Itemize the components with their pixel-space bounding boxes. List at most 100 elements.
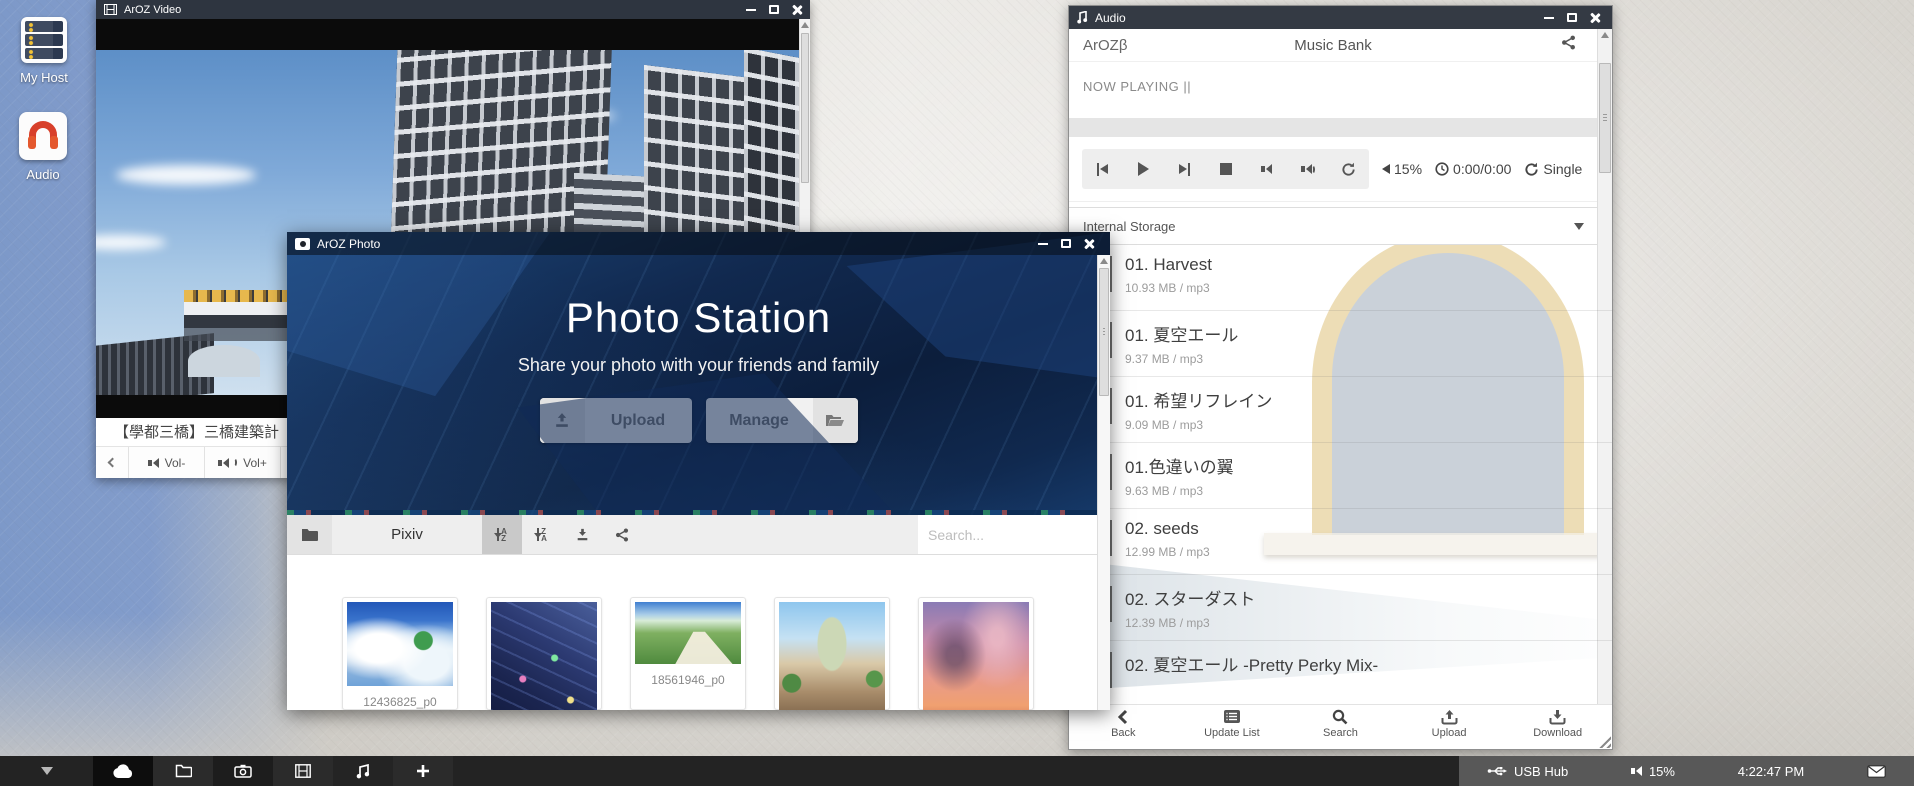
now-playing-label: NOW PLAYING || — [1069, 61, 1612, 118]
clock[interactable]: 4:22:47 PM — [1738, 764, 1805, 779]
track-row[interactable]: 02. seeds 12.99 MB / mp3 — [1109, 509, 1612, 575]
system-tray: USB Hub 15% 4:22:47 PM — [1459, 756, 1914, 786]
maximize-button[interactable] — [769, 5, 779, 14]
reload-button[interactable] — [1328, 149, 1369, 189]
download-button[interactable] — [562, 515, 602, 554]
taskbar-app-video[interactable] — [273, 756, 333, 786]
play-mode-toggle[interactable]: Single — [1524, 161, 1582, 177]
photo-thumbnail — [779, 602, 885, 710]
cloud-icon — [112, 764, 134, 779]
volume-down-button[interactable] — [1246, 149, 1287, 189]
film-icon — [104, 4, 117, 15]
speaker-icon — [1631, 766, 1642, 776]
play-button[interactable] — [1123, 149, 1164, 189]
chevron-down-icon — [1574, 223, 1584, 230]
next-button[interactable] — [1164, 149, 1205, 189]
chevron-down-icon — [41, 767, 53, 775]
maximize-button[interactable] — [1567, 13, 1577, 22]
nav-download[interactable]: Download — [1503, 705, 1612, 749]
close-button[interactable] — [792, 5, 802, 15]
nav-update-list[interactable]: Update List — [1178, 705, 1287, 749]
desktop-icon-my-host[interactable]: My Host — [1, 17, 87, 85]
usb-status[interactable]: USB Hub — [1487, 764, 1568, 779]
taskbar-expand-button[interactable] — [0, 756, 93, 786]
upload-icon — [1441, 709, 1458, 725]
photo-card[interactable]: 18561946_p0 — [630, 597, 746, 710]
track-row[interactable]: 01. 希望リフレイン 9.09 MB / mp3 — [1109, 377, 1612, 443]
speaker-mini-icon — [1382, 164, 1390, 174]
folder-icon — [175, 764, 192, 778]
taskbar-app-files[interactable] — [153, 756, 213, 786]
refresh-icon — [1341, 162, 1356, 177]
track-row[interactable]: 02. 夏空エール -Pretty Perky Mix- — [1109, 641, 1612, 706]
photo-card[interactable] — [774, 597, 890, 710]
search-input[interactable] — [928, 527, 1109, 543]
maximize-button[interactable] — [1061, 239, 1071, 248]
photo-card[interactable]: 12436825_p0 — [342, 597, 458, 710]
storage-dropdown[interactable]: Internal Storage — [1069, 207, 1612, 245]
share-icon — [1561, 35, 1576, 50]
sort-az-button[interactable]: A Z — [482, 515, 522, 554]
sort-za-button[interactable]: Z A — [522, 515, 562, 554]
close-button[interactable] — [1084, 239, 1094, 249]
photo-titlebar[interactable]: ArOZ Photo — [287, 232, 1110, 255]
audio-titlebar[interactable]: Audio — [1069, 6, 1612, 29]
taskbar-spacer — [453, 756, 1459, 786]
track-row[interactable]: 02. スターダスト 12.39 MB / mp3 — [1109, 575, 1612, 641]
close-button[interactable] — [1590, 13, 1600, 23]
messages-button[interactable] — [1867, 765, 1886, 778]
track-row[interactable]: 01. Harvest 10.93 MB / mp3 — [1109, 245, 1612, 311]
progress-bar[interactable] — [1069, 118, 1612, 137]
volume-up-button[interactable]: Vol+ — [205, 447, 281, 478]
minimize-button[interactable] — [1544, 17, 1554, 19]
taskbar: USB Hub 15% 4:22:47 PM — [0, 756, 1914, 786]
nav-search[interactable]: Search — [1286, 705, 1395, 749]
list-icon — [1223, 709, 1241, 725]
current-folder-label: Pixiv — [332, 515, 482, 554]
camera-icon — [234, 764, 252, 778]
window-title: ArOZ Video — [124, 4, 181, 16]
desktop-icon-audio[interactable]: Audio — [0, 112, 86, 182]
player-controls: 15% 0:00/0:00 Single — [1069, 137, 1612, 202]
video-titlebar[interactable]: ArOZ Video — [96, 0, 810, 19]
photo-hero: Photo Station Share your photo with your… — [287, 232, 1110, 515]
share-button[interactable] — [602, 515, 642, 554]
nav-upload[interactable]: Upload — [1395, 705, 1504, 749]
taskbar-app-music[interactable] — [333, 756, 393, 786]
video-back-button[interactable] — [96, 447, 129, 478]
search-box[interactable] — [918, 515, 1110, 554]
plus-icon — [416, 764, 430, 778]
volume-up-button[interactable] — [1287, 149, 1328, 189]
stop-button[interactable] — [1205, 149, 1246, 189]
photo-thumbnail — [635, 602, 741, 664]
volume-down-button[interactable]: Vol- — [129, 447, 205, 478]
previous-button[interactable] — [1082, 149, 1123, 189]
share-button[interactable] — [1561, 35, 1576, 55]
track-row[interactable]: 01. 夏空エール 9.37 MB / mp3 — [1109, 311, 1612, 377]
server-icon — [21, 17, 67, 63]
volume-level[interactable]: 15% — [1382, 161, 1422, 177]
volume-status[interactable]: 15% — [1631, 764, 1675, 779]
clock-icon — [1435, 162, 1449, 176]
track-row[interactable]: 01.色違いの翼 9.63 MB / mp3 — [1109, 443, 1612, 509]
music-note-icon — [1077, 11, 1088, 24]
minimize-button[interactable] — [1038, 243, 1048, 245]
nav-back[interactable]: Back — [1069, 705, 1178, 749]
folder-button[interactable] — [287, 515, 332, 554]
photo-thumbnail — [491, 602, 597, 710]
minimize-button[interactable] — [746, 9, 756, 11]
taskbar-add-button[interactable] — [393, 756, 453, 786]
taskbar-app-cloud[interactable] — [93, 756, 153, 786]
photo-grid: 12436825_p0 18561946_p0 — [287, 555, 1110, 710]
taskbar-app-photo[interactable] — [213, 756, 273, 786]
speaker-icon — [1261, 164, 1272, 174]
audio-header: Music Bank ArOZβ — [1069, 29, 1612, 61]
repeat-icon — [1524, 162, 1539, 177]
photo-thumbnail — [923, 602, 1029, 710]
window-title: Audio — [1095, 11, 1126, 25]
photo-scrollbar[interactable] — [1097, 255, 1110, 710]
audio-bottom-nav: Back Update List Search Upload Download — [1069, 704, 1612, 749]
scroll-up-icon — [1601, 32, 1609, 38]
photo-card[interactable] — [486, 597, 602, 710]
photo-card[interactable] — [918, 597, 1034, 710]
